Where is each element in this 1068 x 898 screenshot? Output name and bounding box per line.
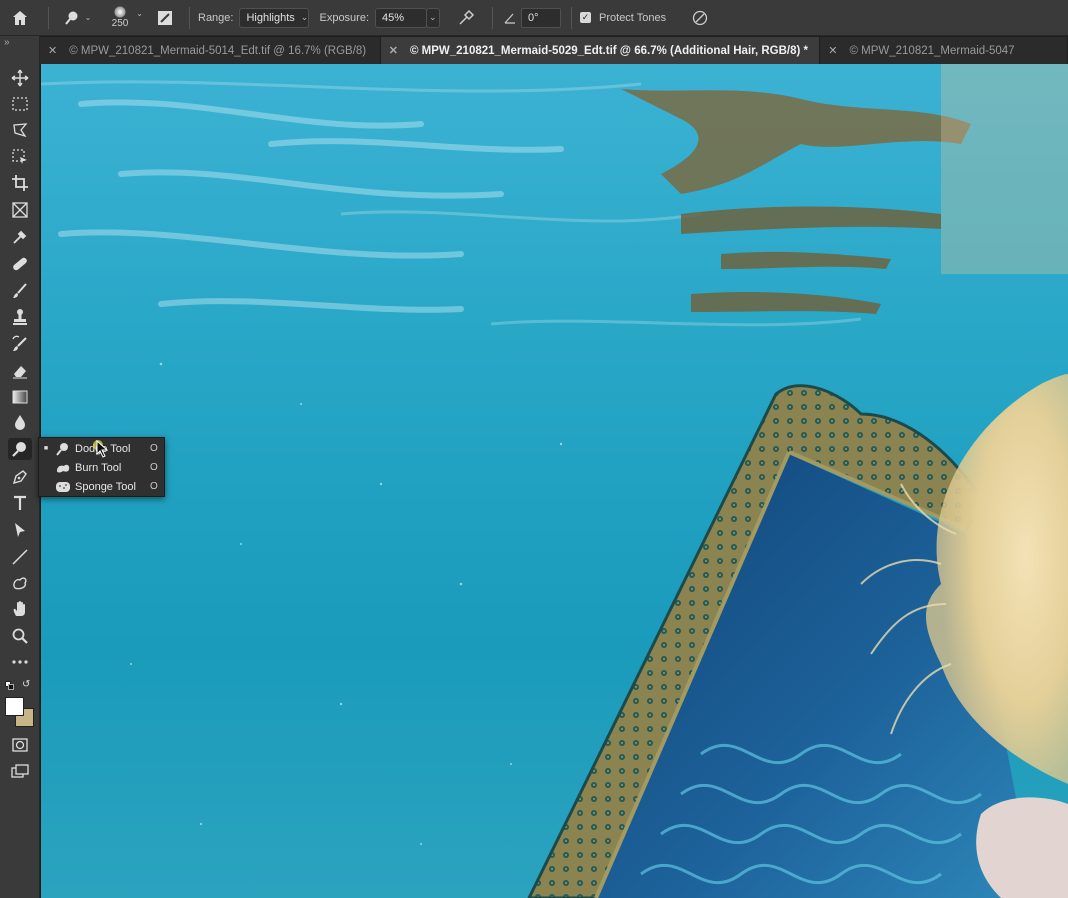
lasso-tool-icon[interactable] [8,119,32,141]
swap-colors-icon[interactable]: ↺ [22,679,30,690]
brush-tool-icon[interactable] [8,280,32,302]
close-icon[interactable]: ✕ [48,44,57,57]
burn-icon [53,460,73,476]
tab-document-5014[interactable]: ✕ © MPW_210821_Mermaid-5014_Edt.tif @ 16… [40,37,381,64]
document-canvas[interactable] [41,64,1068,898]
flyout-item-sponge[interactable]: Sponge Tool O [39,477,164,496]
brush-size: 250 [111,18,129,29]
flyout-item-label: Sponge Tool [75,480,136,493]
tab-document-5029[interactable]: ✕ © MPW_210821_Mermaid-5029_Edt.tif @ 66… [380,37,821,64]
chevron-down-icon: ⌄ [300,12,309,22]
flyout-item-burn[interactable]: Burn Tool O [39,458,164,477]
range-value: Highlights [246,11,295,24]
brush-preset-picker[interactable]: 250 ⌄ [97,5,143,31]
foreground-color-swatch[interactable] [5,697,24,716]
exposure-dropdown[interactable]: ⌄ [426,7,441,28]
brush-settings-icon [158,10,172,25]
more-tools-icon[interactable] [8,651,32,673]
close-icon[interactable]: ✕ [389,44,398,57]
type-tool-icon[interactable] [8,492,32,514]
airbrush-icon [459,9,475,25]
tab-document-5047[interactable]: ✕ © MPW_210821_Mermaid-5047 [820,37,1068,64]
pressure-button[interactable] [680,5,720,31]
brush-settings-button[interactable] [149,5,181,31]
move-tool-icon[interactable] [8,67,32,89]
zoom-tool-icon[interactable] [8,625,32,647]
gradient-tool-icon[interactable] [8,386,32,408]
flyout-item-label: Dodge Tool [75,442,131,455]
chevron-down-icon: ⌄ [84,13,92,22]
custom-shape-tool-icon[interactable] [8,572,32,594]
hand-tool-icon[interactable] [8,598,32,620]
frame-tool-icon[interactable] [8,199,32,221]
angle-field[interactable]: 0° [521,7,562,28]
airbrush-button[interactable] [448,5,484,31]
crop-tool-icon[interactable] [8,172,32,194]
options-bar: ⌄ 250 ⌄ Range: Highlights ⌄ Exposure: 45… [0,0,1068,36]
home-button[interactable] [0,5,40,31]
home-icon [13,10,27,25]
range-select[interactable]: Highlights ⌄ [239,7,310,28]
marquee-tool-icon[interactable] [8,93,32,115]
tool-preset-picker[interactable]: ⌄ [57,5,97,31]
tab-label: © MPW_210821_Mermaid-5047 [849,44,1015,57]
line-tool-icon[interactable] [8,546,32,568]
blur-tool-icon[interactable] [8,412,32,434]
path-select-tool-icon[interactable] [8,519,32,541]
object-select-tool-icon[interactable] [8,146,32,168]
document-tabs: ✕ © MPW_210821_Mermaid-5014_Edt.tif @ 16… [40,37,1068,64]
tab-label: © MPW_210821_Mermaid-5014_Edt.tif @ 16.7… [69,44,367,57]
sponge-icon [53,479,73,495]
pen-tool-icon[interactable] [8,466,32,488]
dodge-icon [53,441,73,457]
protect-tones-checkbox[interactable]: ✓ [580,12,592,23]
close-icon[interactable]: ✕ [828,44,837,57]
default-colors-icon[interactable] [5,681,15,691]
exposure-field[interactable]: 45% [375,7,428,28]
protect-tones-label: Protect Tones [599,11,667,24]
angle-icon [504,13,516,24]
flyout-item-shortcut: O [150,443,158,454]
healing-tool-icon[interactable] [8,253,32,275]
selected-bullet-icon: ■ [43,445,49,452]
brush-tip-icon [114,6,126,18]
checkmark-icon: ✓ [581,12,590,22]
exposure-value: 45% [382,11,405,24]
dodge-tool-icon[interactable] [8,438,32,460]
dodge-icon [64,11,78,25]
history-brush-tool-icon[interactable] [8,333,32,355]
stamp-tool-icon[interactable] [8,306,32,328]
screen-mode-icon[interactable] [8,760,32,782]
underwater-photo [41,64,1068,898]
angle-value: 0° [528,11,539,24]
chevron-down-icon: ⌄ [429,12,437,22]
flyout-item-shortcut: O [150,481,158,492]
angle-icon-holder [501,5,519,31]
chevron-down-icon: ⌄ [136,8,143,18]
collapse-panel-icon[interactable]: » [4,37,40,51]
flyout-item-label: Burn Tool [75,461,122,474]
eyedropper-tool-icon[interactable] [8,226,32,248]
mouse-cursor-icon [93,440,110,458]
eraser-tool-icon[interactable] [8,360,32,382]
pressure-icon [692,10,708,25]
tab-label: © MPW_210821_Mermaid-5029_Edt.tif @ 66.7… [409,44,809,57]
range-label: Range: [198,11,234,24]
flyout-item-shortcut: O [150,462,158,473]
quick-mask-icon[interactable] [8,734,32,756]
exposure-label: Exposure: [319,11,370,24]
